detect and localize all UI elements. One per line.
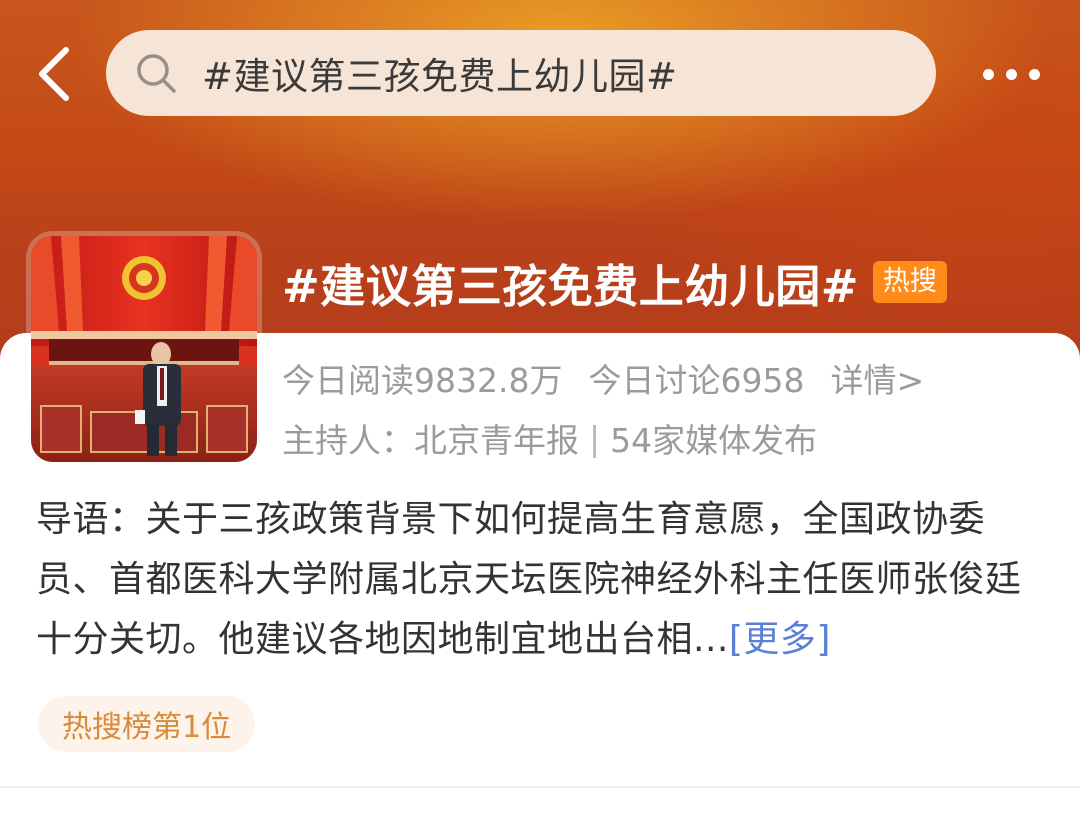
back-arrow-icon [39, 47, 69, 101]
host-info: 主持人：北京青年报 | 54家媒体发布 [282, 414, 817, 462]
search-query[interactable]: #建议第三孩免费上幼儿园# [202, 46, 678, 100]
search-bar[interactable]: #建议第三孩免费上幼儿园# [106, 30, 936, 116]
intro-text: 导语：关于三孩政策背景下如何提高生育意愿，全国政协委员、首都医科大学附属北京天坛… [36, 499, 1022, 660]
hot-badge: 热搜 [872, 261, 947, 303]
back-button[interactable] [28, 44, 78, 104]
host-name[interactable]: 主持人：北京青年报 [282, 414, 579, 462]
topic-title: #建议第三孩免费上幼儿园# 热搜 [282, 250, 947, 314]
more-button[interactable] [966, 52, 1056, 96]
media-count[interactable]: 54家媒体发布 [610, 414, 817, 462]
search-icon [132, 49, 180, 97]
more-icon [982, 68, 994, 80]
topic-stats: 今日阅读9832.8万 今日讨论6958 详情> [282, 354, 924, 402]
details-link[interactable]: 详情> [830, 354, 924, 402]
topic-cover-image[interactable] [31, 236, 257, 462]
topic-intro: 导语：关于三孩政策背景下如何提高生育意愿，全国政协委员、首都医科大学附属北京天坛… [36, 490, 1046, 670]
reads-count: 今日阅读9832.8万 [282, 361, 563, 400]
divider [0, 786, 1080, 788]
host-separator: | [589, 418, 601, 458]
rank-tag[interactable]: 热搜榜第1位 [38, 696, 256, 752]
more-link[interactable]: [更多] [729, 619, 831, 660]
discussions-count: 今日讨论6958 [588, 361, 805, 400]
topic-title-text: #建议第三孩免费上幼儿园# [282, 259, 859, 313]
